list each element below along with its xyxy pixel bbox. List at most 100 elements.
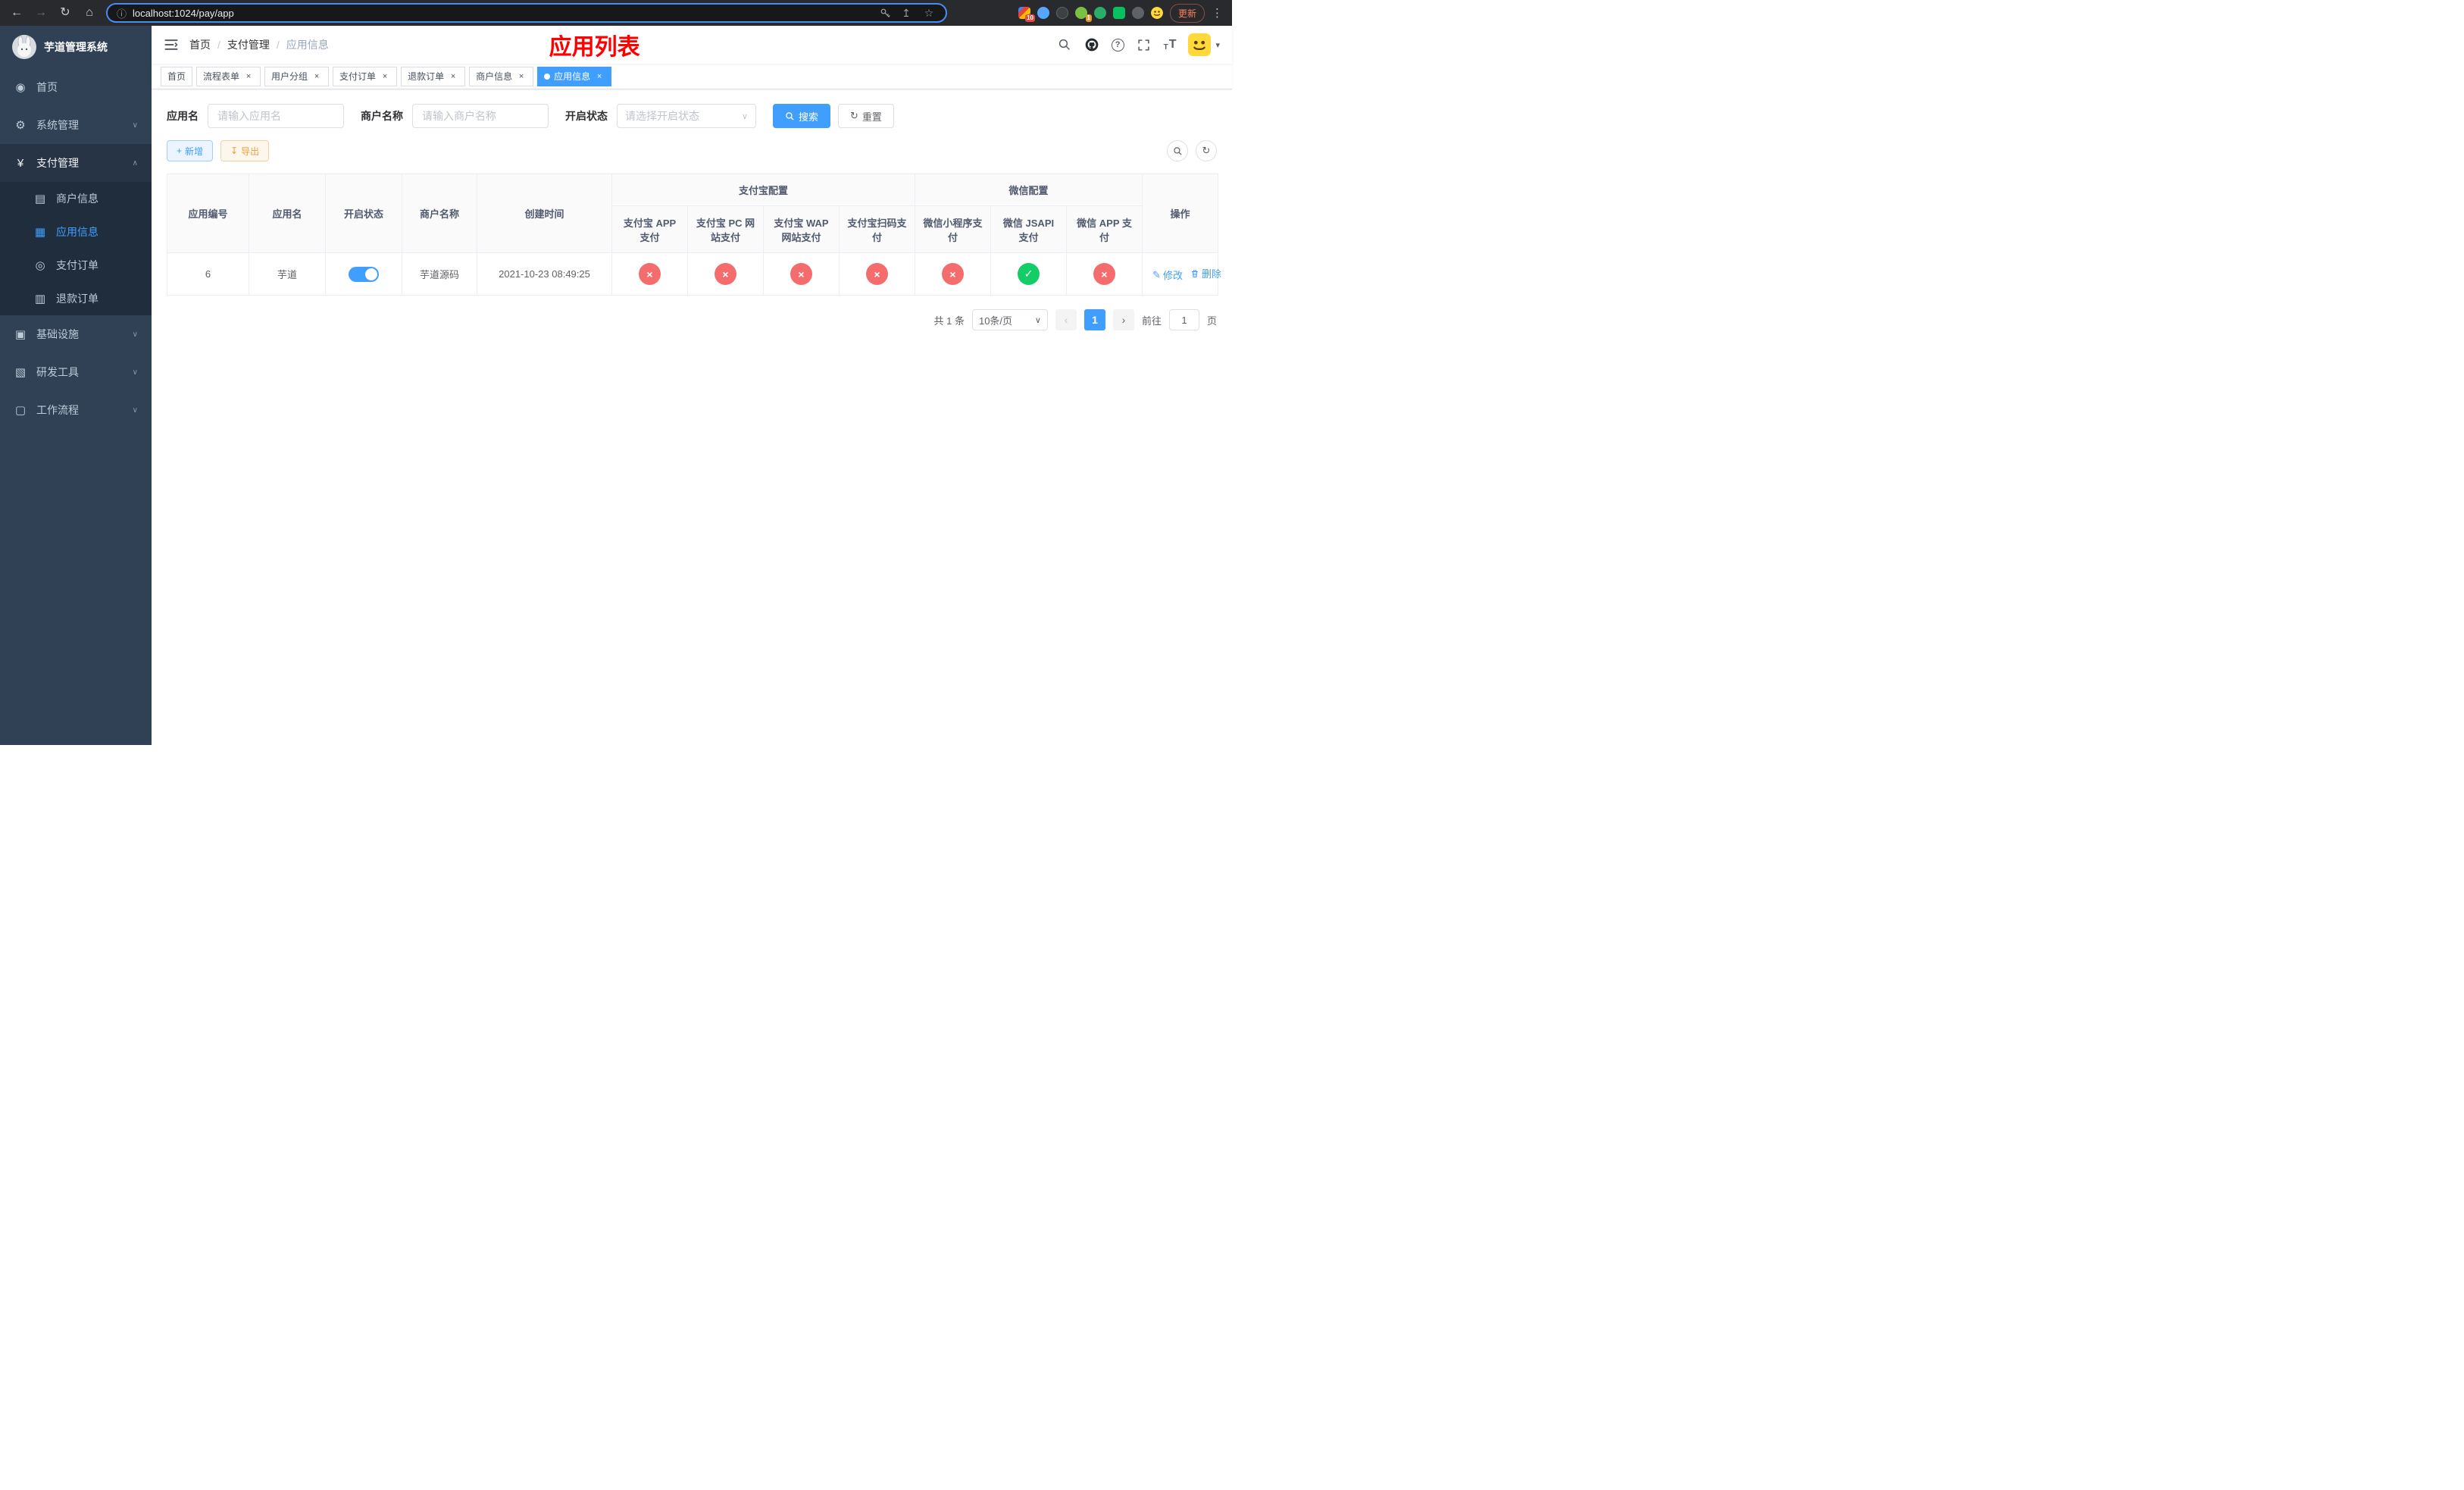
breadcrumb-home[interactable]: 首页: [189, 37, 211, 52]
export-button[interactable]: ↧ 导出: [220, 140, 270, 161]
key-icon[interactable]: [880, 8, 891, 19]
close-icon[interactable]: ×: [243, 71, 254, 82]
refresh-table-icon[interactable]: ↻: [1196, 140, 1217, 161]
download-icon: ↧: [230, 146, 239, 156]
extensions-row: 10 1 更新 ⋮: [1018, 3, 1223, 23]
page-number-button[interactable]: 1: [1083, 309, 1105, 330]
col-alipay-qr: 支付宝扫码支付: [838, 205, 916, 253]
browser-chrome: ← → ↻ ⌂ ⓘ localhost:1024/pay/app ↥ ☆ 10 …: [0, 0, 1232, 26]
infra-icon: ▣: [14, 328, 27, 341]
extension-icon[interactable]: [1093, 7, 1106, 19]
config-status-icon: ×: [714, 263, 736, 285]
page-size-select[interactable]: 10条/页 ∨: [971, 309, 1048, 330]
extension-icon[interactable]: [1037, 7, 1049, 19]
tab-app-info[interactable]: 应用信息 ×: [537, 66, 612, 86]
tab-process-form[interactable]: 流程表单 ×: [196, 66, 261, 86]
merchant-name-input[interactable]: [412, 104, 549, 128]
tab-refund-order[interactable]: 退款订单 ×: [401, 66, 466, 86]
page-title: 应用列表: [549, 35, 640, 60]
tab-home[interactable]: 首页: [161, 66, 193, 86]
help-icon[interactable]: ?: [1111, 38, 1124, 52]
sidebar-item-payment[interactable]: ¥ 支付管理 ∧: [0, 144, 152, 182]
cell-merchant: 芋道源码: [402, 252, 477, 296]
prev-page-button[interactable]: ‹: [1055, 309, 1077, 330]
close-icon[interactable]: ×: [594, 71, 605, 82]
close-icon[interactable]: ×: [516, 71, 527, 82]
extension-icon[interactable]: [1112, 7, 1125, 19]
sidebar-item-app-info[interactable]: ▦ 应用信息: [0, 215, 152, 249]
user-menu[interactable]: ▾: [1188, 33, 1220, 56]
chevron-down-icon: ∨: [132, 330, 138, 339]
browser-reload-icon[interactable]: ↻: [58, 7, 73, 19]
sidebar-item-dev-tools[interactable]: ▧ 研发工具 ∨: [0, 353, 152, 391]
browser-menu-icon[interactable]: ⋮: [1212, 6, 1223, 20]
hamburger-icon[interactable]: [164, 37, 179, 52]
app-name-input[interactable]: [208, 104, 344, 128]
search-button[interactable]: 搜索: [773, 104, 831, 128]
extension-icon[interactable]: 10: [1018, 7, 1035, 22]
tab-merchant-info[interactable]: 商户信息 ×: [469, 66, 534, 86]
delete-button[interactable]: 删除: [1190, 266, 1221, 280]
config-status-icon: ×: [639, 263, 661, 285]
table-toolbar: + 新增 ↧ 导出 ↻: [167, 140, 1217, 161]
browser-back-icon[interactable]: ←: [9, 7, 24, 19]
sidebar-item-pay-order[interactable]: ◎ 支付订单: [0, 249, 152, 282]
next-page-button[interactable]: ›: [1112, 309, 1134, 330]
sidebar-item-refund-order[interactable]: ▥ 退款订单: [0, 282, 152, 315]
close-icon[interactable]: ×: [448, 71, 458, 82]
col-alipay-pc: 支付宝 PC 网站支付: [687, 205, 764, 253]
share-icon[interactable]: ↥: [899, 8, 914, 18]
sidebar-item-workflow[interactable]: ▢ 工作流程 ∨: [0, 391, 152, 429]
add-button[interactable]: + 新增: [167, 140, 214, 161]
sidebar-item-label: 研发工具: [36, 366, 79, 378]
navbar-actions: ? TT ▾: [1057, 33, 1220, 56]
sidebar-item-infrastructure[interactable]: ▣ 基础设施 ∨: [0, 315, 152, 353]
site-info-icon[interactable]: ⓘ: [117, 6, 127, 20]
gear-icon: ⚙: [15, 119, 26, 132]
github-icon[interactable]: [1084, 37, 1099, 52]
reset-button[interactable]: ↻ 重置: [838, 104, 894, 128]
col-merchant: 商户名称: [402, 174, 477, 253]
profile-avatar[interactable]: [1150, 7, 1163, 19]
browser-forward-icon[interactable]: →: [33, 7, 48, 19]
tools-icon: ▧: [14, 366, 27, 379]
yen-icon: ¥: [17, 156, 24, 170]
close-icon[interactable]: ×: [380, 71, 390, 82]
address-bar[interactable]: ⓘ localhost:1024/pay/app ↥ ☆: [106, 3, 947, 23]
extension-badge: 10: [1025, 14, 1035, 22]
status-toggle[interactable]: [349, 266, 379, 282]
goto-label: 前往: [1141, 315, 1162, 327]
sidebar-item-merchant-info[interactable]: ▤ 商户信息: [0, 182, 152, 215]
browser-update-button[interactable]: 更新: [1169, 3, 1205, 23]
col-wx-mini: 微信小程序支付: [915, 205, 992, 253]
config-status-icon: ×: [790, 263, 812, 285]
tab-user-group[interactable]: 用户分组 ×: [264, 66, 330, 86]
payment-submenu: ▤ 商户信息 ▦ 应用信息 ◎ 支付订单 ▥ 退款订单: [0, 182, 152, 315]
search-icon[interactable]: [1057, 37, 1072, 52]
fullscreen-icon[interactable]: [1137, 37, 1152, 52]
pagination: 共 1 条 10条/页 ∨ ‹ 1 › 前往 页: [167, 309, 1217, 330]
trash-icon: [1190, 269, 1199, 278]
cell-app-name: 芋道: [249, 252, 326, 296]
sidebar-item-home[interactable]: ◉ 首页: [0, 68, 152, 106]
puzzle-icon[interactable]: [1131, 7, 1144, 19]
edit-button[interactable]: ✎ 修改: [1152, 268, 1183, 282]
browser-home-icon[interactable]: ⌂: [82, 7, 97, 19]
sidebar-item-system[interactable]: ⚙ 系统管理 ∨: [0, 106, 152, 144]
close-icon[interactable]: ×: [311, 71, 322, 82]
page-content: 应用名 商户名称 开启状态 请选择开启状态 ∨: [152, 89, 1232, 745]
font-size-icon[interactable]: TT: [1164, 38, 1177, 52]
tab-pay-order[interactable]: 支付订单 ×: [333, 66, 398, 86]
toggle-search-icon[interactable]: [1167, 140, 1188, 161]
url-text: localhost:1024/pay/app: [133, 7, 234, 19]
edit-icon: ✎: [1152, 268, 1161, 280]
bookmark-star-icon[interactable]: ☆: [921, 8, 937, 18]
goto-page-input[interactable]: [1168, 309, 1199, 330]
app-logo-row[interactable]: 芋道管理系统: [0, 26, 152, 68]
active-dot: [544, 73, 551, 80]
status-select[interactable]: 请选择开启状态 ∨: [617, 104, 756, 128]
breadcrumb-payment[interactable]: 支付管理: [227, 37, 270, 52]
extension-icon[interactable]: [1055, 7, 1068, 19]
extension-icon[interactable]: 1: [1074, 7, 1092, 22]
goto-unit-label: 页: [1206, 315, 1217, 327]
